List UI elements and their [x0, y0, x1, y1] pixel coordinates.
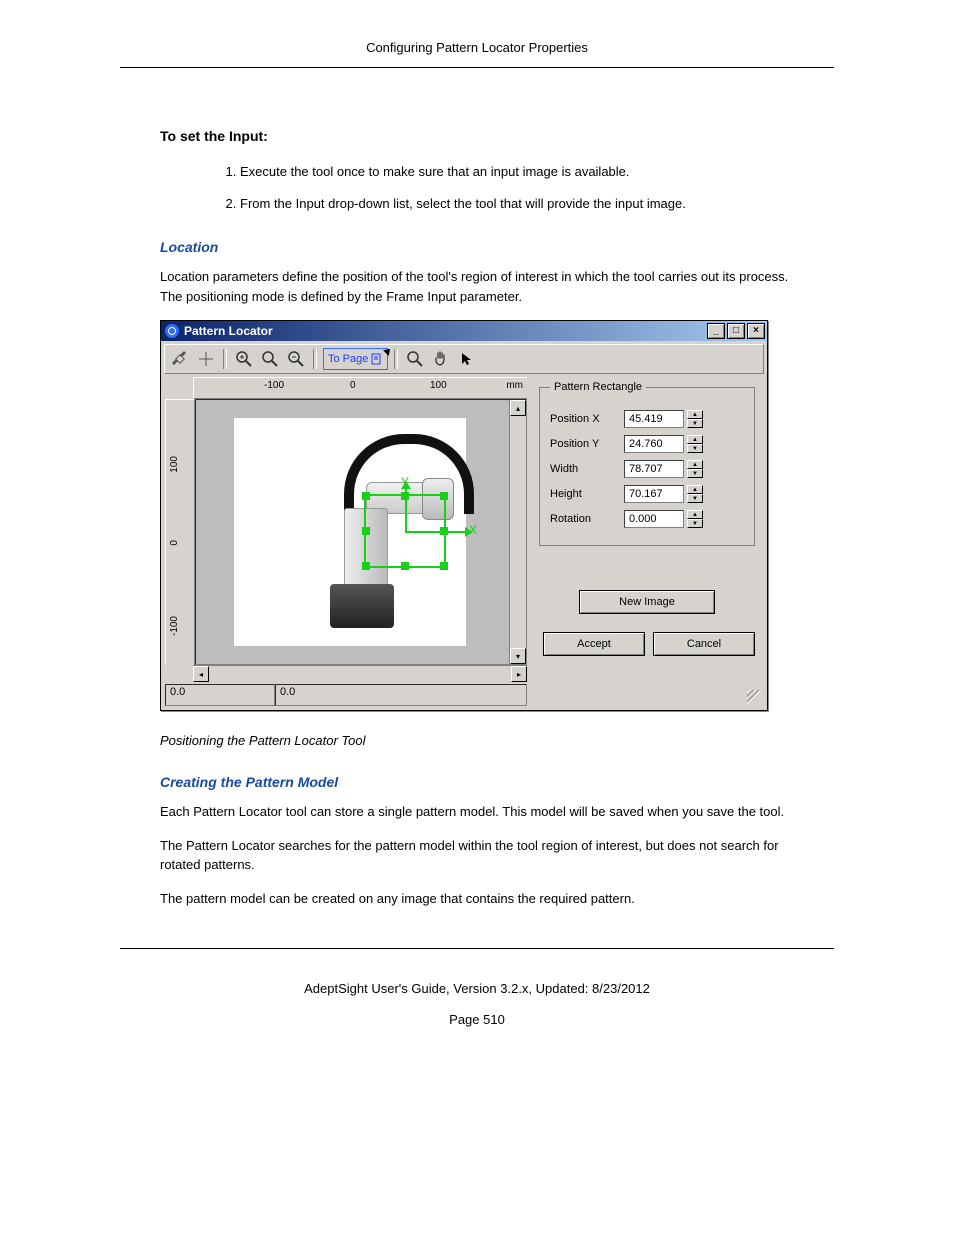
pointer-icon[interactable]	[456, 348, 478, 370]
figure-caption: Positioning the Pattern Locator Tool	[160, 733, 794, 748]
resize-handle[interactable]	[401, 562, 409, 570]
spinner[interactable]: ▲▼	[687, 460, 703, 478]
ruler-v-tick: -100	[169, 616, 180, 636]
maximize-button[interactable]: □	[727, 323, 745, 339]
page-footer: AdeptSight User's Guide, Version 3.2.x, …	[0, 973, 954, 1035]
position-x-input[interactable]	[624, 410, 684, 428]
title-bar[interactable]: Pattern Locator _ □ ×	[161, 321, 767, 341]
accept-button[interactable]: Accept	[543, 632, 645, 656]
ruler-h-tick: 0	[350, 380, 356, 391]
scroll-right-icon[interactable]: ▸	[511, 666, 527, 682]
horizontal-scrollbar[interactable]: ◂ ▸	[193, 665, 527, 682]
pattern-rectangle-group: Pattern Rectangle Position X ▲▼ Position…	[539, 381, 755, 546]
axis-y-label: Y	[401, 475, 409, 489]
prop-row-position-y: Position Y ▲▼	[550, 435, 744, 453]
model-p2: The Pattern Locator searches for the pat…	[160, 836, 794, 875]
ruler-vertical: 100 0 -100	[165, 399, 195, 665]
pattern-locator-window: Pattern Locator _ □ ×	[160, 320, 768, 711]
ruler-v-tick: 0	[169, 540, 180, 546]
status-y: 0.0	[275, 684, 527, 706]
status-bar: 0.0 0.0	[165, 684, 527, 706]
minimize-button[interactable]: _	[707, 323, 725, 339]
model-p1: Each Pattern Locator tool can store a si…	[160, 802, 794, 822]
prop-row-width: Width ▲▼	[550, 460, 744, 478]
to-page-label: To Page	[328, 353, 368, 365]
spinner[interactable]: ▲▼	[687, 435, 703, 453]
axis-y-line	[405, 489, 407, 531]
to-page-button[interactable]: To Page	[323, 348, 388, 370]
model-heading: Creating the Pattern Model	[160, 774, 794, 790]
tools-icon[interactable]	[169, 348, 191, 370]
rotation-input[interactable]	[624, 510, 684, 528]
spinner[interactable]: ▲▼	[687, 410, 703, 428]
height-input[interactable]	[624, 485, 684, 503]
input-step-1: Execute the tool once to make sure that …	[240, 162, 794, 182]
scroll-down-icon[interactable]: ▾	[510, 648, 526, 664]
resize-handle[interactable]	[362, 527, 370, 535]
image-viewer: -100 0 100 mm 100 0 -100	[165, 377, 527, 706]
page-header-title: Configuring Pattern Locator Properties	[0, 40, 954, 67]
prop-row-position-x: Position X ▲▼	[550, 410, 744, 428]
toolbar-separator	[313, 349, 317, 369]
resize-handle[interactable]	[362, 492, 370, 500]
toolbar: To Page	[164, 344, 764, 374]
input-heading: To set the Input:	[160, 128, 794, 144]
footer-rule	[120, 948, 834, 949]
ruler-h-tick: 100	[430, 380, 447, 391]
prop-row-rotation: Rotation ▲▼	[550, 510, 744, 528]
zoom-icon[interactable]	[259, 348, 281, 370]
app-icon	[165, 324, 179, 338]
scroll-up-icon[interactable]: ▴	[510, 400, 526, 416]
prop-row-height: Height ▲▼	[550, 485, 744, 503]
toolbar-separator	[394, 349, 398, 369]
prop-label: Position Y	[550, 438, 624, 450]
input-steps-list: Execute the tool once to make sure that …	[220, 162, 794, 213]
crosshair-icon[interactable]	[195, 348, 217, 370]
ruler-h-tick: -100	[264, 380, 284, 391]
properties-panel: Pattern Rectangle Position X ▲▼ Position…	[527, 377, 763, 706]
toolbar-separator	[223, 349, 227, 369]
input-step-2: From the Input drop-down list, select th…	[240, 194, 794, 214]
group-legend: Pattern Rectangle	[550, 381, 646, 393]
image-canvas[interactable]: Y X ▴ ▾	[195, 399, 527, 665]
pattern-rectangle-overlay[interactable]: Y X	[364, 494, 446, 568]
prop-label: Width	[550, 463, 624, 475]
status-x: 0.0	[165, 684, 275, 706]
scroll-left-icon[interactable]: ◂	[193, 666, 209, 682]
resize-grip-icon[interactable]	[747, 690, 761, 704]
spinner[interactable]: ▲▼	[687, 510, 703, 528]
resize-handle[interactable]	[362, 562, 370, 570]
prop-label: Height	[550, 488, 624, 500]
ruler-horizontal: -100 0 100 mm	[193, 377, 527, 399]
footer-guide-line: AdeptSight User's Guide, Version 3.2.x, …	[0, 973, 954, 1004]
sample-image: Y X	[234, 418, 466, 646]
header-rule	[120, 67, 834, 68]
model-p3: The pattern model can be created on any …	[160, 889, 794, 909]
resize-handle[interactable]	[440, 492, 448, 500]
vertical-scrollbar[interactable]: ▴ ▾	[509, 400, 526, 664]
window-title: Pattern Locator	[184, 324, 707, 338]
cancel-button[interactable]: Cancel	[653, 632, 755, 656]
prop-label: Position X	[550, 413, 624, 425]
axis-x-label: X	[469, 523, 477, 537]
axis-x-line	[405, 531, 465, 533]
zoom-region-icon[interactable]	[404, 348, 426, 370]
new-image-button[interactable]: New Image	[579, 590, 715, 614]
pan-icon[interactable]	[430, 348, 452, 370]
page-icon	[371, 353, 383, 365]
location-heading: Location	[160, 239, 794, 255]
footer-page-number: Page 510	[0, 1004, 954, 1035]
location-body: Location parameters define the position …	[160, 267, 794, 306]
position-y-input[interactable]	[624, 435, 684, 453]
resize-handle[interactable]	[440, 562, 448, 570]
width-input[interactable]	[624, 460, 684, 478]
ruler-v-tick: 100	[169, 456, 180, 473]
spinner[interactable]: ▲▼	[687, 485, 703, 503]
prop-label: Rotation	[550, 513, 624, 525]
ruler-unit: mm	[506, 380, 523, 391]
close-button[interactable]: ×	[747, 323, 765, 339]
zoom-in-icon[interactable]	[233, 348, 255, 370]
zoom-out-icon[interactable]	[285, 348, 307, 370]
